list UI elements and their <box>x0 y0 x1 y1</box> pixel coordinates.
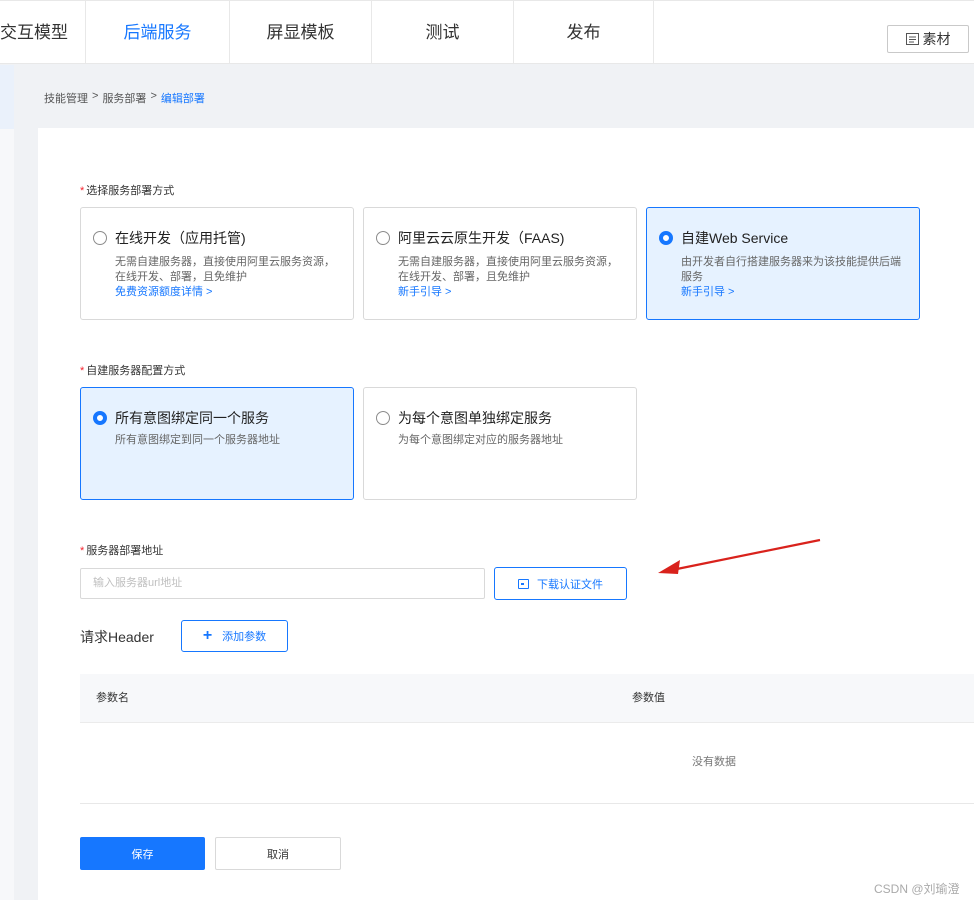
option-description: 所有意图绑定到同一个服务器地址 <box>115 434 280 446</box>
server-url-input[interactable]: 输入服务器url地址 <box>80 568 485 599</box>
add-param-label: 添加参数 <box>222 631 267 643</box>
breadcrumb-service-deploy[interactable]: 服务部署 <box>102 90 146 106</box>
option-description: 无需自建服务器，直接使用阿里云服务资源，在线开发、部署，且免维护 新手引导 > <box>398 255 628 300</box>
option-title: 所有意图绑定同一个服务 <box>115 410 269 426</box>
option-description: 为每个意图绑定对应的服务器地址 <box>398 434 563 446</box>
add-param-button[interactable]: + 添加参数 <box>181 620 288 652</box>
option-title: 自建Web Service <box>681 230 789 246</box>
deploy-option-web-service[interactable]: 自建Web Service 由开发者自行搭建服务器来为该技能提供后端服务 新手引… <box>646 207 920 320</box>
deploy-method-label: * 选择服务部署方式 <box>80 185 175 197</box>
tab-test[interactable]: 测试 <box>372 1 514 64</box>
radio-button[interactable] <box>376 411 390 425</box>
left-sidebar-strip <box>0 65 14 900</box>
left-sidebar-active <box>0 65 14 129</box>
server-address-label: * 服务器部署地址 <box>80 545 164 557</box>
watermark: CSDN @刘瑜澄 <box>874 882 960 896</box>
column-param-value: 参数值 <box>632 692 665 704</box>
breadcrumb-skill-management[interactable]: 技能管理 <box>44 90 88 106</box>
deploy-option-online-dev[interactable]: 在线开发（应用托管) 无需自建服务器，直接使用阿里云服务资源，在线开发、部署，且… <box>80 207 354 320</box>
config-option-shared[interactable]: 所有意图绑定同一个服务 所有意图绑定到同一个服务器地址 <box>80 387 354 500</box>
breadcrumb-current: 编辑部署 <box>160 93 205 105</box>
config-option-per-intent[interactable]: 为每个意图单独绑定服务 为每个意图绑定对应的服务器地址 <box>363 387 637 500</box>
plus-icon: + <box>202 627 213 644</box>
material-label: 素材 <box>922 31 951 47</box>
breadcrumb: 技能管理 > 服务部署 > 编辑部署 <box>44 90 205 106</box>
column-param-name: 参数名 <box>96 692 129 704</box>
radio-button-selected[interactable] <box>659 231 673 245</box>
breadcrumb-separator: > <box>150 90 157 102</box>
breadcrumb-separator: > <box>92 90 99 102</box>
request-header-label: 请求Header <box>80 629 154 645</box>
radio-button[interactable] <box>93 231 107 245</box>
option-description: 无需自建服务器，直接使用阿里云服务资源，在线开发、部署，且免维护 免费资源额度详… <box>115 255 345 300</box>
option-title: 在线开发（应用托管) <box>115 230 246 246</box>
option-title: 阿里云云原生开发（FAAS) <box>398 230 565 246</box>
cancel-button[interactable]: 取消 <box>215 837 341 870</box>
radio-button-selected[interactable] <box>93 411 107 425</box>
params-table-header: 参数名 参数值 <box>80 674 974 723</box>
radio-button[interactable] <box>376 231 390 245</box>
top-nav: 交互模型 后端服务 屏显模板 测试 发布 素材 <box>0 0 974 64</box>
save-button[interactable]: 保存 <box>80 837 205 870</box>
guide-link[interactable]: 新手引导 > <box>398 285 628 300</box>
option-description: 由开发者自行搭建服务器来为该技能提供后端服务 新手引导 > <box>681 255 911 300</box>
material-button[interactable]: 素材 <box>887 25 969 53</box>
red-arrow-annotation <box>658 538 821 574</box>
tab-interaction-model[interactable]: 交互模型 <box>0 1 86 64</box>
empty-text: 没有数据 <box>692 756 736 768</box>
tab-publish[interactable]: 发布 <box>514 1 654 64</box>
params-table-body: 没有数据 <box>80 723 974 804</box>
free-quota-link[interactable]: 免费资源额度详情 > <box>115 285 345 300</box>
download-auth-file-button[interactable]: 下载认证文件 <box>494 567 627 600</box>
tab-backend-service[interactable]: 后端服务 <box>86 1 230 64</box>
tab-display-template[interactable]: 屏显模板 <box>230 1 372 64</box>
server-config-label: * 自建服务器配置方式 <box>80 365 186 377</box>
download-label: 下载认证文件 <box>537 578 603 591</box>
download-icon <box>518 578 529 589</box>
guide-link[interactable]: 新手引导 > <box>681 285 911 300</box>
material-icon <box>905 33 919 45</box>
deploy-option-faas[interactable]: 阿里云云原生开发（FAAS) 无需自建服务器，直接使用阿里云服务资源，在线开发、… <box>363 207 637 320</box>
option-title: 为每个意图单独绑定服务 <box>398 410 552 426</box>
